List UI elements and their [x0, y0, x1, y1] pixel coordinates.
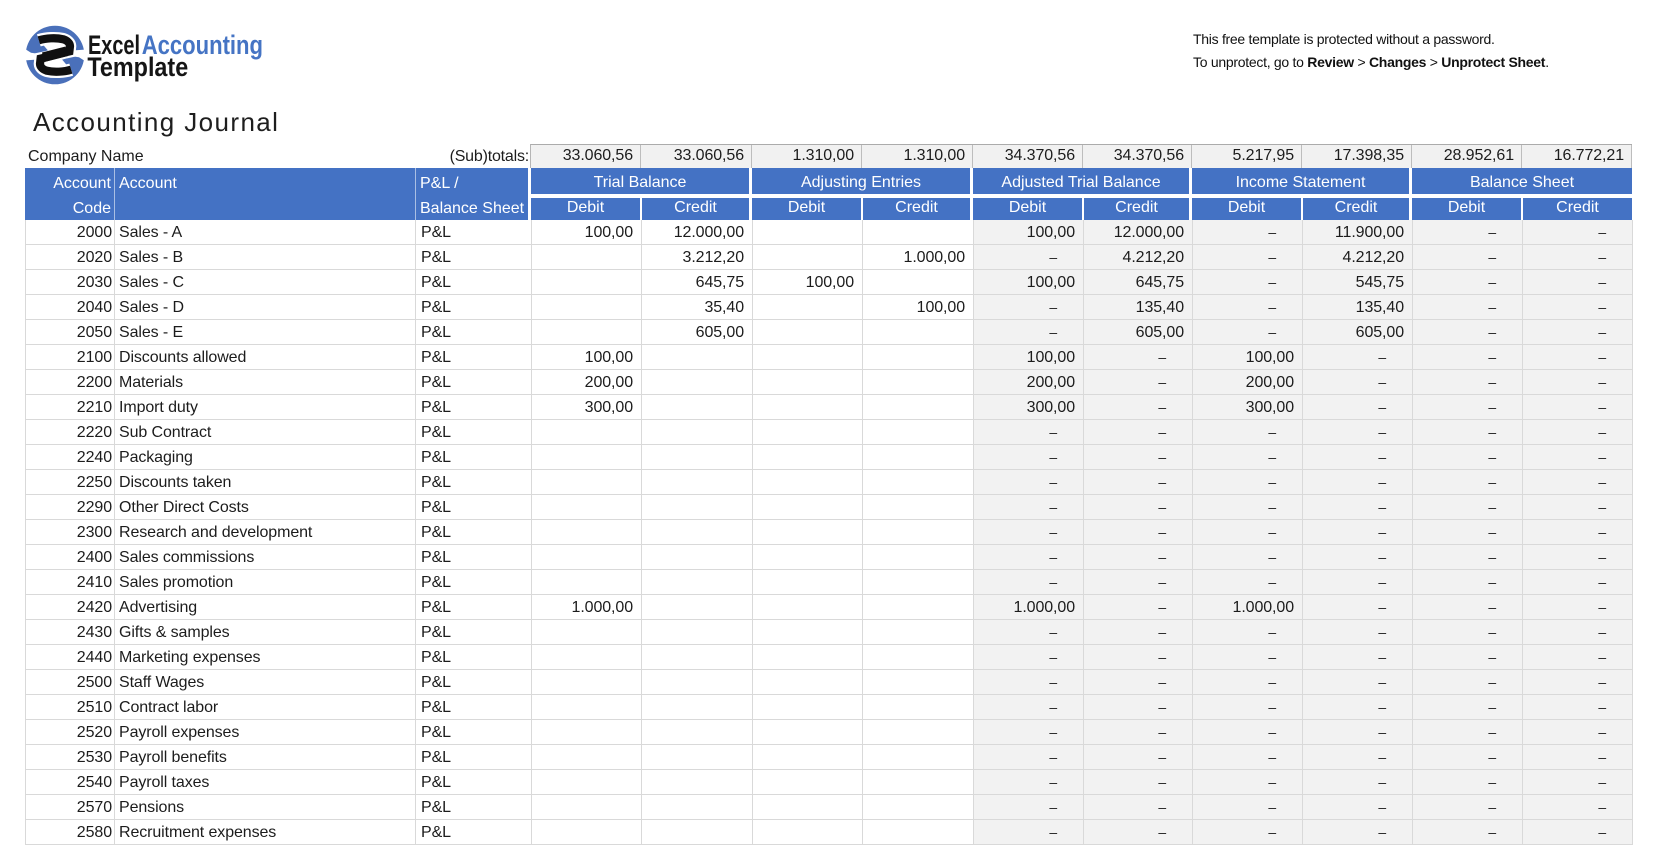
- svg-text:Template: Template: [87, 53, 188, 83]
